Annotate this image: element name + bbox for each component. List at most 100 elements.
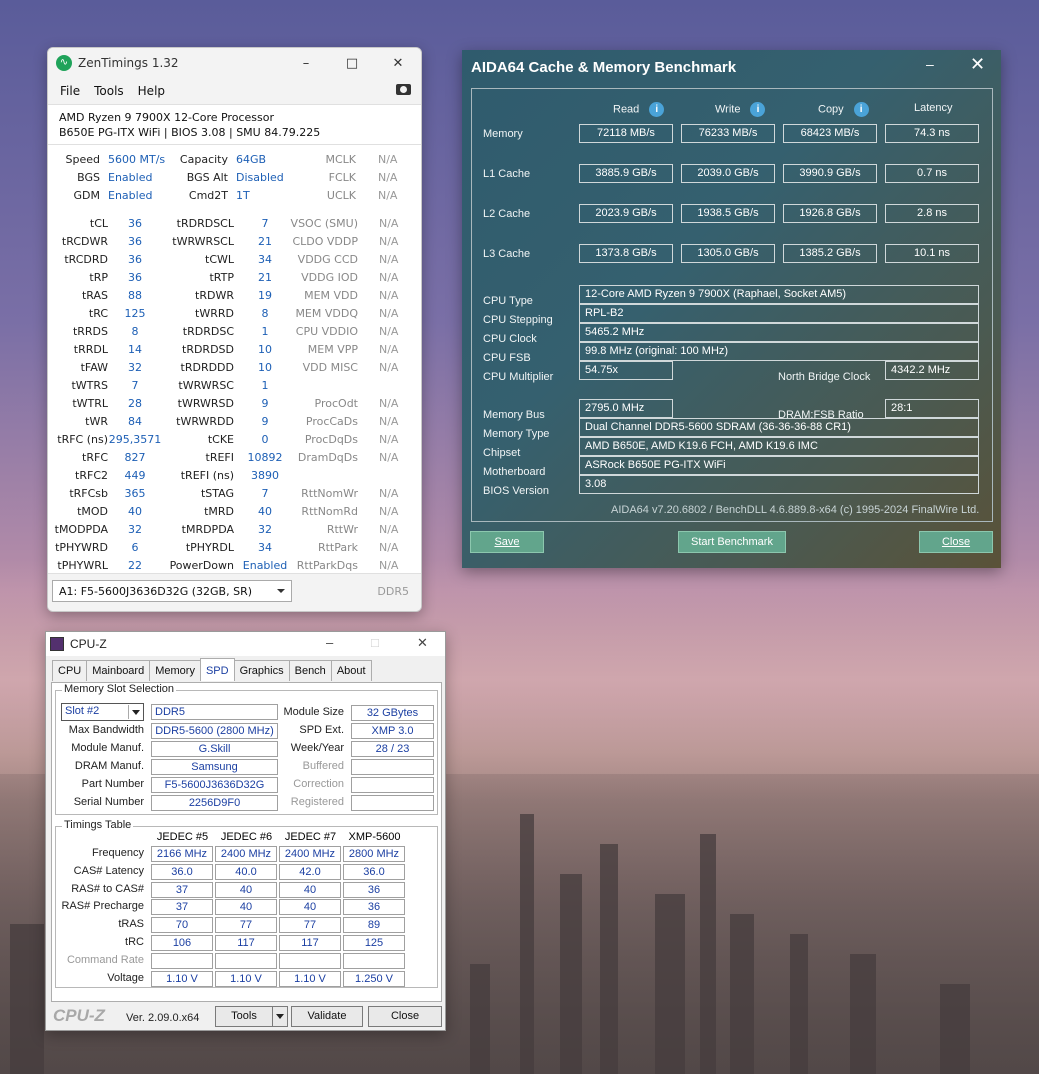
timing-value: 22 [128,559,142,572]
timing-value: 14 [128,343,142,356]
timing-value: Enabled [108,171,153,184]
close-button[interactable]: Close [368,1006,442,1027]
timing-label: tMOD [77,505,108,518]
timing-label: BGS Alt [186,171,228,184]
voltage-value: N/A [379,451,399,464]
timing-label: tWRWRSD [177,397,234,410]
timing-label: tRDRDSD [182,343,234,356]
tab-cpu[interactable]: CPU [52,660,88,681]
minimize-icon[interactable]: – [926,56,934,72]
maximize-icon: □ [371,635,379,650]
timing-value: 89 [343,917,405,934]
zentimings-footer: A1: F5-5600J3636D32G (32GB, SR) DDR5 [48,573,421,611]
timing-value: Disabled [236,171,284,184]
close-icon[interactable]: ✕ [970,54,985,75]
validate-button[interactable]: Validate [291,1006,363,1027]
voltage-value: N/A [379,307,399,320]
menu-file[interactable]: File [60,84,80,98]
zentimings-timings-grid: Speed 5600 MT/s Capacity 64GB MCLK N/A BGS Enab… [48,145,421,575]
cpu-clock-value: 5465.2 MHz [579,323,979,342]
close-icon[interactable]: ✕ [375,56,421,71]
cpu-fsb-value: 99.8 MHz (original: 100 MHz) [579,342,979,361]
timing-label: tRFC (ns) [57,433,108,446]
spd-value: G.Skill [151,741,278,757]
motherboard-label: Motherboard [483,466,546,478]
timing-value: 3890 [251,469,279,482]
tools-dropdown-button[interactable] [272,1006,288,1027]
spd-value: DDR5-5600 (2800 MHz) [151,723,278,739]
menu-tools[interactable]: Tools [94,84,124,98]
info-icon[interactable]: i [853,102,869,117]
menu-help[interactable]: Help [138,84,165,98]
tools-button[interactable]: Tools [215,1006,273,1027]
timing-label: MCLK [325,153,356,166]
header-copy: Copy i [818,102,869,117]
aida64-titlebar[interactable]: AIDA64 Cache & Memory Benchmark – ✕ [462,50,1001,84]
maximize-icon[interactable]: □ [329,56,375,71]
timing-label: tRRDL [73,343,108,356]
timing-value: 6 [131,541,139,554]
spd-label: Buffered [302,760,344,772]
voltage-value: N/A [379,433,399,446]
header-write: Write i [715,102,766,117]
tab-spd[interactable]: SPD [199,658,235,681]
save-button[interactable]: Save [470,531,544,553]
timing-value: 106 [151,935,213,951]
timing-value: 37 [151,881,213,898]
tab-about[interactable]: About [330,660,372,681]
bench-value: 1926.8 GB/s [783,204,877,223]
timing-column-header: JEDEC #6 [220,831,273,843]
close-button[interactable]: Close [919,531,993,553]
timing-value: 117 [215,935,277,951]
timing-label: tPHYWRL [57,559,108,572]
minimize-icon[interactable]: – [326,635,333,650]
timing-value: 365 [124,487,146,500]
memory-bus-label: Memory Bus [483,409,545,421]
bench-row-label: L2 Cache [483,208,531,220]
voltage-value: N/A [379,271,399,284]
timing-row-label: Command Rate [66,953,144,966]
tab-graphics[interactable]: Graphics [233,660,290,681]
cpu-fsb-label: CPU FSB [483,352,531,364]
tab-memory[interactable]: Memory [149,660,201,681]
timing-label: tWTRL [72,397,108,410]
bench-value: 1305.0 GB/s [681,244,775,263]
timing-label: tCKE [207,433,234,446]
timing-value: 827 [124,451,146,464]
start-benchmark-button[interactable]: Start Benchmark [678,531,786,553]
timing-value: 117 [279,935,341,951]
minimize-icon[interactable]: – [283,56,329,71]
voltage-label: MEM VDDQ [295,307,358,320]
timing-label: tRFC2 [75,469,108,482]
slot-select[interactable]: Slot #2 [61,703,144,721]
bench-value: 2.8 ns [885,204,979,223]
bench-value: 68423 MB/s [783,124,877,143]
timing-value: 40.0 [215,863,277,880]
timing-value: 36.0 [343,863,405,880]
cpuz-titlebar[interactable]: CPU-Z – □ ✕ [46,632,445,656]
cpuz-tabs: CPU Mainboard Memory SPD Graphics Bench … [52,658,372,682]
timing-label: tRCDWR [61,235,108,248]
voltage-value: N/A [379,325,399,338]
tab-bench[interactable]: Bench [288,660,332,681]
voltage-label: RttNomWr [301,487,358,500]
zentimings-titlebar[interactable]: ∿ ZenTimings 1.32 – □ ✕ [48,48,421,78]
timing-label: UCLK [326,189,356,202]
info-icon[interactable]: i [750,102,766,117]
timing-value: 1T [236,189,250,202]
timing-label: tWRWRDD [176,415,234,428]
timing-label: tRFC [82,451,108,464]
cpuz-window: CPU-Z – □ ✕ CPU Mainboard Memory SPD Gra… [45,631,446,1031]
memory-type-label: Memory Type [483,428,550,440]
timing-label: tRAS [81,289,108,302]
timing-value: 70 [151,917,213,934]
spd-label: Correction [293,778,344,790]
voltage-label: VDDG CCD [297,253,358,266]
voltage-value: N/A [379,289,399,302]
module-select[interactable]: A1: F5-5600J3636D32G (32GB, SR) [52,580,292,602]
tab-mainboard[interactable]: Mainboard [86,660,151,681]
bench-value: 1373.8 GB/s [579,244,673,263]
screenshot-camera-icon[interactable] [396,84,411,95]
close-icon[interactable]: ✕ [417,635,428,651]
info-icon[interactable]: i [649,102,665,117]
